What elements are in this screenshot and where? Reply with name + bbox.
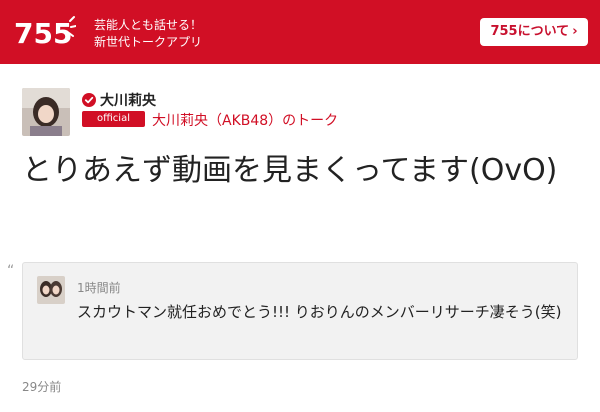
official-badge: official (82, 111, 145, 127)
verified-check-icon (82, 93, 96, 107)
reply-timestamp: 1時間前 (77, 281, 121, 295)
quote-icon: “ (7, 263, 15, 279)
tagline-line-2: 新世代トークアプリ (94, 35, 203, 49)
chevron-right-icon: › (572, 24, 578, 39)
app-header: 755 芸能人とも話せる！ 新世代トークアプリ 755について › (0, 0, 600, 64)
post-text: とりあえず動画を見まくってます(OvO) (22, 153, 558, 188)
user-name[interactable]: 大川莉央 (100, 90, 156, 110)
about-button-label: 755について (490, 24, 570, 39)
logo[interactable]: 755 (14, 13, 76, 53)
tagline: 芸能人とも話せる！ 新世代トークアプリ (94, 17, 202, 51)
about-755-button[interactable]: 755について › (480, 18, 588, 46)
talk-link[interactable]: 大川莉央（AKB48）のトーク (152, 110, 338, 130)
logo-text: 755 (14, 17, 72, 50)
reply-text: スカウトマン就任おめでとう!!! りおりんのメンバーリサーチ凄そう(笑) (77, 303, 562, 321)
avatar[interactable] (22, 88, 70, 136)
reply-card[interactable]: 1時間前 スカウトマン就任おめでとう!!! りおりんのメンバーリサーチ凄そう(笑… (22, 262, 578, 360)
reply-avatar[interactable] (37, 276, 65, 304)
tagline-line-1: 芸能人とも話せる！ (94, 18, 203, 32)
post-timestamp: 29分前 (22, 380, 62, 394)
